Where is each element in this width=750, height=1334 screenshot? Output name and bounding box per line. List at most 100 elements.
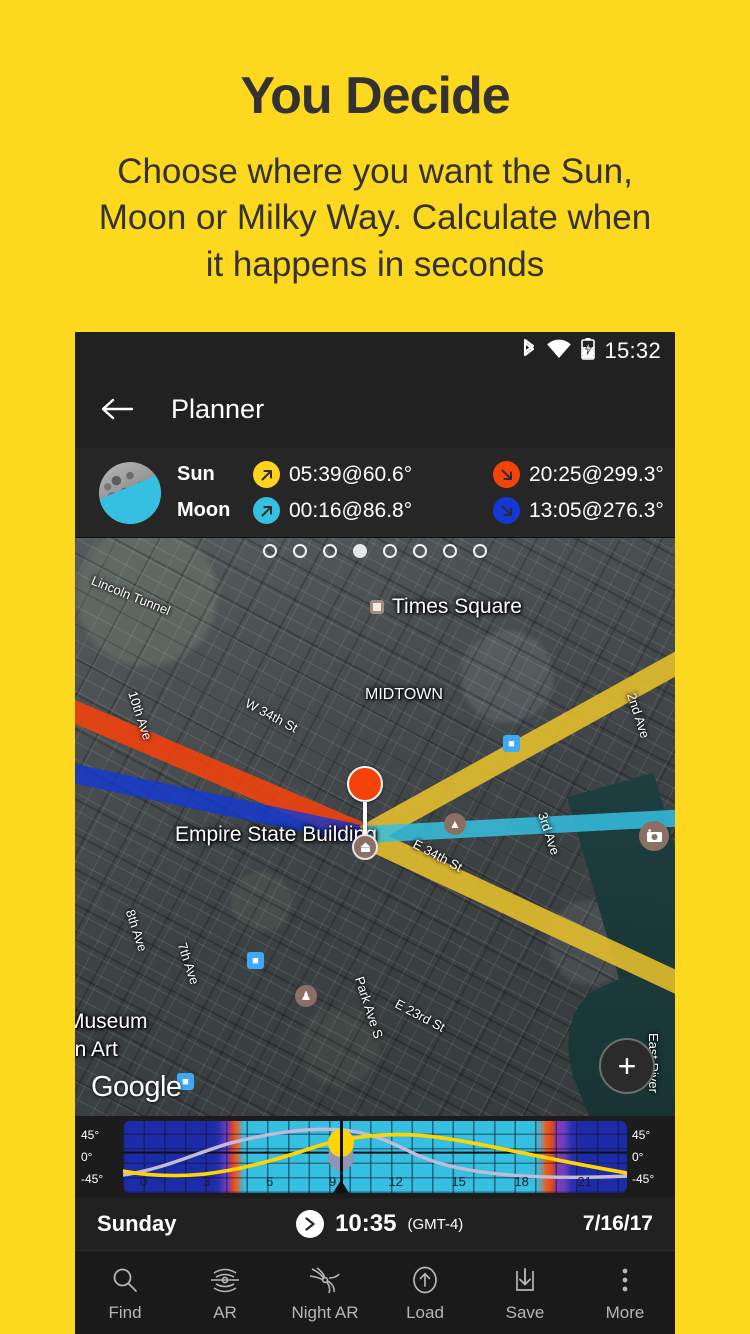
nav-item-load[interactable]: Load — [375, 1263, 475, 1323]
times-square-text: Times Square — [392, 595, 522, 618]
x-tick: 15 — [451, 1174, 465, 1189]
current-time[interactable]: 10:35 — [335, 1210, 396, 1238]
nav-item-night-ar[interactable]: Night AR — [275, 1263, 375, 1323]
landmark-poi-icon[interactable]: ♟ — [295, 985, 317, 1007]
promo-subtitle: Choose where you want the Sun, Moon or M… — [0, 149, 750, 288]
map-label-times-square: Times Square — [370, 595, 522, 619]
elevation-chart[interactable]: 0 3 6 9 12 15 18 21 — [123, 1121, 627, 1193]
google-attribution: Google — [91, 1071, 182, 1104]
app-bar: Planner — [75, 370, 675, 448]
pager-dot[interactable] — [323, 544, 337, 558]
add-button[interactable]: + — [599, 1038, 655, 1094]
promo-screenshot: You Decide Choose where you want the Sun… — [0, 0, 750, 1334]
nav-label: More — [606, 1303, 645, 1323]
moon-set-value: 13:05@276.3° — [529, 499, 664, 523]
sun-row: Sun 05:39@60.6° 20:25@299.3° — [177, 461, 664, 488]
x-tick: 0 — [140, 1174, 147, 1189]
promo-title: You Decide — [0, 68, 750, 125]
map-label-museum-2: an Art — [75, 1038, 118, 1062]
sun-rise-value: 05:39@60.6° — [289, 463, 412, 487]
moon-row-label: Moon — [177, 499, 253, 522]
pager-dot[interactable] — [293, 544, 307, 558]
arrow-down-right-icon — [493, 497, 520, 524]
wifi-icon — [546, 339, 572, 364]
status-bar: 15:32 — [75, 332, 675, 370]
sun-set-value: 20:25@299.3° — [529, 463, 664, 487]
poi-square-icon — [370, 600, 384, 614]
chart-x-ticks: 0 3 6 9 12 15 18 21 — [123, 1174, 627, 1192]
page-title: Planner — [171, 394, 264, 425]
nav-item-more[interactable]: More — [575, 1263, 675, 1323]
graph-axis-right: 45° 0° -45° — [627, 1124, 669, 1190]
map-center-marker[interactable] — [347, 766, 383, 860]
nav-label: Find — [108, 1303, 141, 1323]
y-tick-top: 45° — [81, 1124, 118, 1146]
camera-icon[interactable] — [639, 821, 669, 851]
y-tick-mid: 0° — [632, 1146, 669, 1168]
pager-dot[interactable] — [383, 544, 397, 558]
pager-dot[interactable] — [473, 544, 487, 558]
transit-poi-icon[interactable]: ■ — [503, 735, 520, 752]
y-tick-bottom: -45° — [632, 1168, 669, 1190]
bluetooth-icon — [521, 337, 537, 366]
pager-dot[interactable] — [263, 544, 277, 558]
back-arrow-icon[interactable] — [101, 397, 135, 421]
transit-poi-icon[interactable]: ■ — [247, 952, 264, 969]
marker-base-icon — [352, 834, 378, 860]
arrow-up-right-icon — [253, 461, 280, 488]
map-view[interactable]: Times Square MIDTOWN Empire State Buildi… — [75, 538, 675, 1116]
y-tick-mid: 0° — [81, 1146, 118, 1168]
pager-dot[interactable] — [443, 544, 457, 558]
time-control: 10:35 (GMT-4) — [176, 1210, 582, 1238]
current-date[interactable]: 7/16/17 — [583, 1212, 653, 1236]
sun-row-label: Sun — [177, 463, 253, 486]
battery-charging-icon — [581, 338, 595, 365]
sun-rise-cell: 05:39@60.6° — [253, 461, 493, 488]
phone-screen: 15:32 Planner Sun — [75, 332, 675, 1334]
y-tick-bottom: -45° — [81, 1168, 118, 1190]
nav-item-find[interactable]: Find — [75, 1263, 175, 1323]
arrow-down-right-icon — [493, 461, 520, 488]
x-tick: 3 — [203, 1174, 210, 1189]
sun-moon-info-panel[interactable]: Sun 05:39@60.6° 20:25@299.3° — [75, 448, 675, 538]
x-tick: 6 — [266, 1174, 273, 1189]
timezone-label: (GMT-4) — [407, 1216, 463, 1233]
x-tick: 21 — [577, 1174, 591, 1189]
moon-rise-value: 00:16@86.8° — [289, 499, 412, 523]
search-icon — [110, 1263, 140, 1297]
nav-label: Night AR — [291, 1303, 358, 1323]
map-label-museum: Museum — [75, 1010, 148, 1034]
promo-header: You Decide Choose where you want the Sun… — [0, 0, 750, 288]
status-bar-clock: 15:32 — [604, 338, 661, 364]
date-time-bar: Sunday 10:35 (GMT-4) 7/16/17 — [75, 1198, 675, 1250]
bottom-navigation: Find AR — [75, 1250, 675, 1334]
save-icon — [510, 1263, 540, 1297]
moon-phase-icon — [99, 462, 161, 524]
play-icon[interactable] — [296, 1210, 324, 1238]
nav-label: Load — [406, 1303, 444, 1323]
moon-set-cell: 13:05@276.3° — [493, 497, 664, 524]
map-label-midtown: MIDTOWN — [365, 686, 443, 704]
arrow-up-right-icon — [253, 497, 280, 524]
day-of-week: Sunday — [97, 1211, 176, 1237]
sun-set-cell: 20:25@299.3° — [493, 461, 664, 488]
pager-dot[interactable] — [413, 544, 427, 558]
moon-row: Moon 00:16@86.8° 13:05@276.3° — [177, 497, 664, 524]
moon-rise-cell: 00:16@86.8° — [253, 497, 493, 524]
load-icon — [410, 1263, 440, 1297]
x-tick: 12 — [388, 1174, 402, 1189]
y-tick-top: 45° — [632, 1124, 669, 1146]
nav-item-save[interactable]: Save — [475, 1263, 575, 1323]
night-ar-icon — [308, 1263, 342, 1297]
map-pager[interactable] — [75, 544, 675, 558]
nav-item-ar[interactable]: AR — [175, 1263, 275, 1323]
marker-stem — [363, 802, 367, 838]
ar-icon — [208, 1263, 242, 1297]
elevation-graph-panel[interactable]: 45° 0° -45° 0 3 6 — [75, 1116, 675, 1198]
current-time-handle[interactable] — [333, 1180, 349, 1193]
nav-label: AR — [213, 1303, 237, 1323]
x-tick: 18 — [514, 1174, 528, 1189]
sun-moon-rows: Sun 05:39@60.6° 20:25@299.3° — [177, 461, 664, 524]
landmark-poi-icon[interactable]: ▲ — [444, 813, 466, 835]
pager-dot-active[interactable] — [353, 544, 367, 558]
